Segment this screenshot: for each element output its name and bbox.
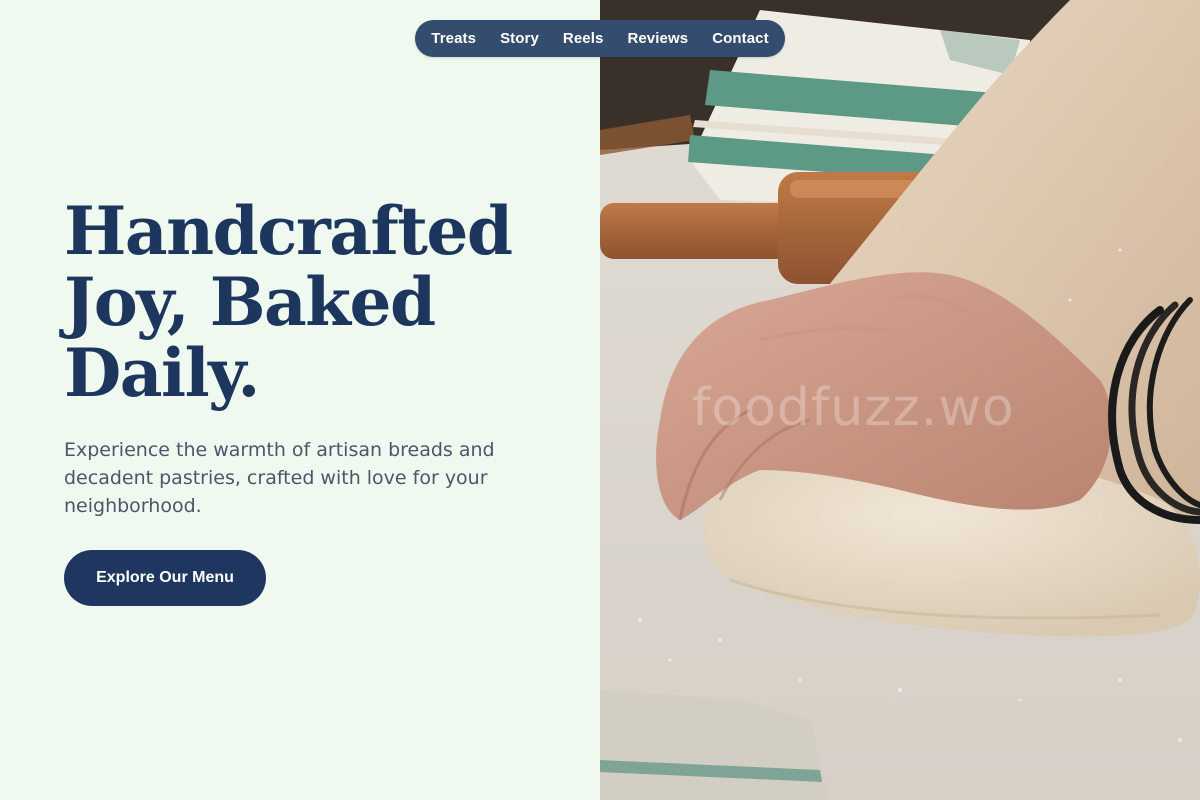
- headline-line-2: Joy, Baked: [64, 263, 436, 341]
- explore-menu-button[interactable]: Explore Our Menu: [64, 550, 266, 606]
- nav-item-story[interactable]: Story: [500, 30, 539, 47]
- image-watermark: foodfuzz.wo: [692, 378, 1015, 438]
- top-navigation: Treats Story Reels Reviews Contact: [415, 20, 785, 57]
- hero-image: foodfuzz.wo: [600, 0, 1200, 800]
- headline-line-1: Handcrafted: [64, 192, 513, 270]
- nav-item-contact[interactable]: Contact: [712, 30, 769, 47]
- nav-item-reels[interactable]: Reels: [563, 30, 604, 47]
- nav-item-reviews[interactable]: Reviews: [627, 30, 688, 47]
- hero-headline: Handcrafted Joy, Baked Daily.: [64, 196, 544, 409]
- nav-item-treats[interactable]: Treats: [431, 30, 476, 47]
- headline-line-3: Daily.: [64, 334, 260, 412]
- hero-text-panel: Handcrafted Joy, Baked Daily. Experience…: [0, 0, 600, 800]
- hero-description: Experience the warmth of artisan breads …: [64, 439, 495, 517]
- landing-page: Handcrafted Joy, Baked Daily. Experience…: [0, 0, 1200, 800]
